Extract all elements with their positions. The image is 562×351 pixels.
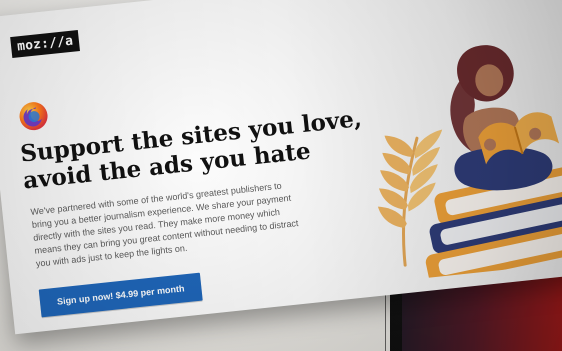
signup-button[interactable]: Sign up now! $4.99 per month (38, 272, 203, 318)
reader-person (450, 45, 560, 191)
photo-scene: moz://a Support the sites you love, avoi… (0, 0, 562, 351)
firefox-icon (17, 100, 50, 133)
mozilla-ad-panel: moz://a Support the sites you love, avoi… (0, 0, 562, 335)
reading-person-on-books-illustration (346, 12, 562, 284)
mozilla-logo: moz://a (10, 30, 81, 59)
